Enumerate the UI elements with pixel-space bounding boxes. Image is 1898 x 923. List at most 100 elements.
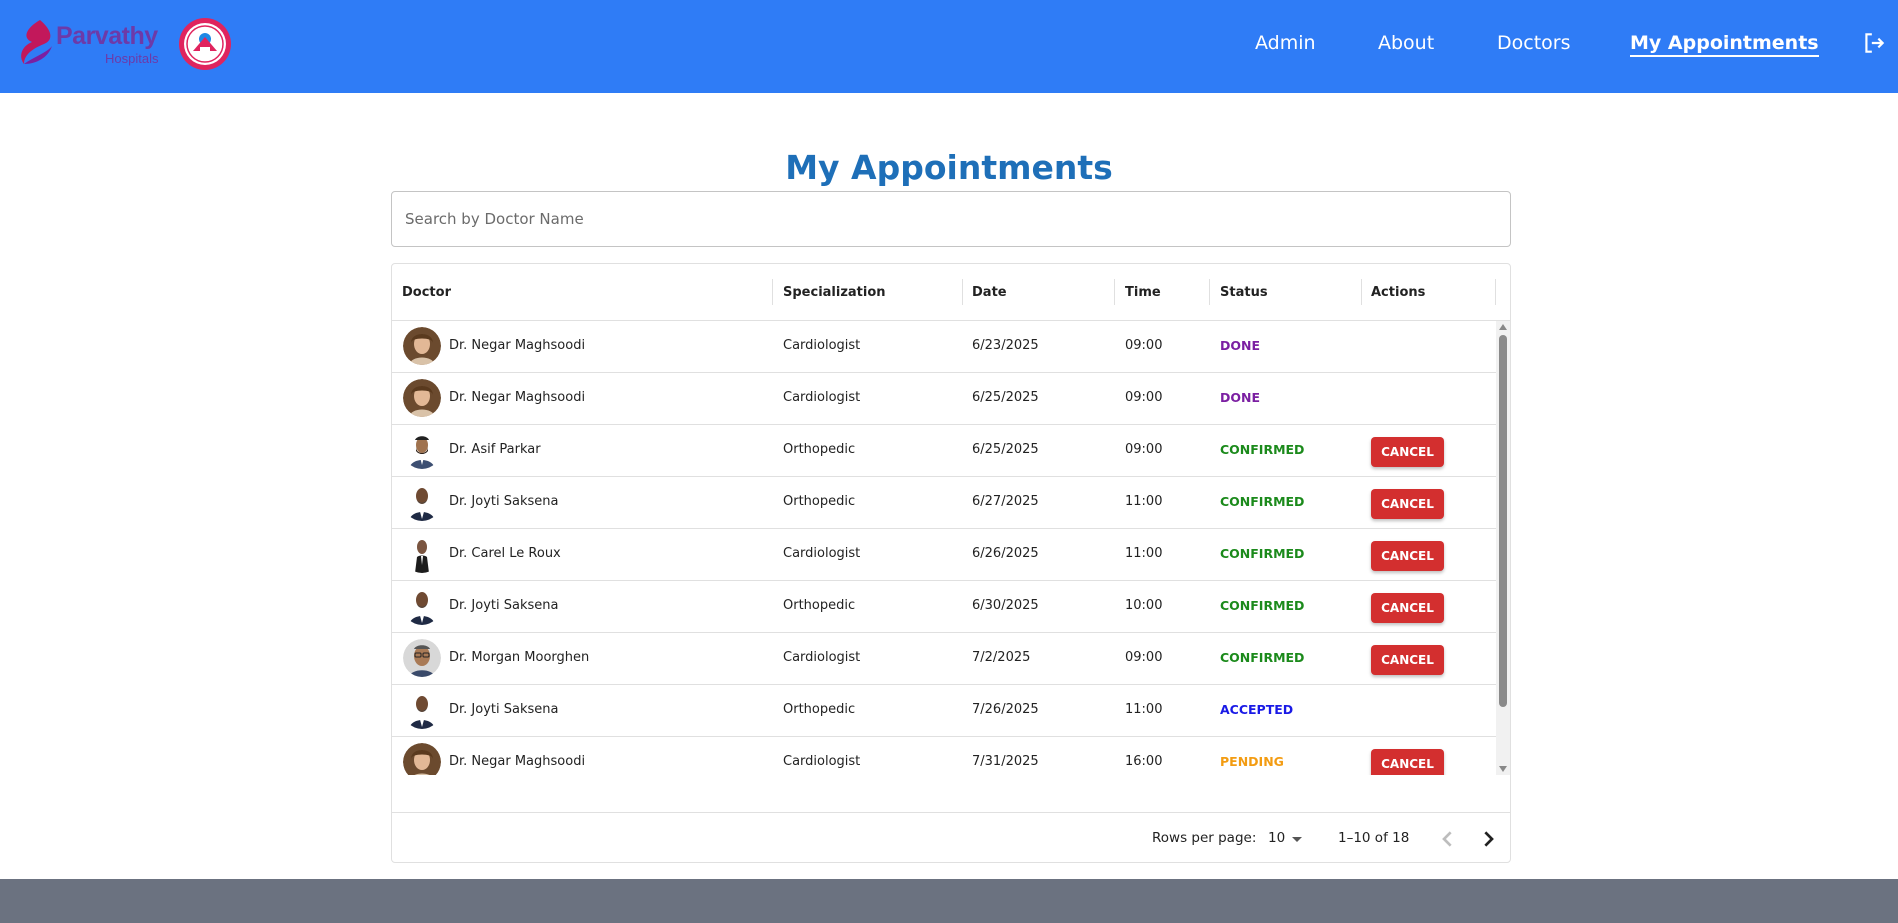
doctor-avatar xyxy=(403,431,441,469)
doctor-name: Dr. Carel Le Roux xyxy=(449,546,561,561)
table-row[interactable]: Dr. Asif Parkar Orthopedic 6/25/2025 09:00 C… xyxy=(392,425,1496,477)
time-cell: 11:00 xyxy=(1125,702,1163,717)
doctor-name: Dr. Negar Maghsoodi xyxy=(449,390,586,405)
date-cell: 6/27/2025 xyxy=(972,494,1039,509)
doctor-avatar xyxy=(403,483,441,521)
status-badge: DONE xyxy=(1220,338,1261,353)
doctor-name: Dr. Joyti Saksena xyxy=(449,702,559,717)
doctor-name: Dr. Morgan Moorghen xyxy=(449,650,590,665)
previous-page-icon[interactable] xyxy=(1432,823,1464,855)
date-cell: 7/26/2025 xyxy=(972,702,1039,717)
date-cell: 6/25/2025 xyxy=(972,390,1039,405)
column-header-doctor[interactable]: Doctor xyxy=(402,285,451,300)
time-cell: 09:00 xyxy=(1125,650,1163,665)
status-badge: DONE xyxy=(1220,390,1261,405)
logout-icon[interactable] xyxy=(1861,30,1887,56)
time-cell: 09:00 xyxy=(1125,442,1163,457)
specialization-cell: Cardiologist xyxy=(783,390,861,405)
status-badge: CONFIRMED xyxy=(1220,546,1305,561)
table-row[interactable]: Dr. Morgan Moorghen Cardiologist 7/2/2025 0… xyxy=(392,633,1496,685)
status-badge: PENDING xyxy=(1220,754,1284,769)
column-header-status[interactable]: Status xyxy=(1220,285,1268,300)
nav-links: Admin About Doctors My Appointments xyxy=(0,32,1898,60)
date-cell: 6/26/2025 xyxy=(972,546,1039,561)
cancel-appointment-button[interactable]: CANCEL xyxy=(1371,437,1444,467)
time-cell: 09:00 xyxy=(1125,390,1163,405)
appointments-table: Doctor Specialization Date Time Status A… xyxy=(391,263,1511,863)
doctor-avatar xyxy=(403,743,441,775)
status-badge: CONFIRMED xyxy=(1220,442,1305,457)
column-header-specialization[interactable]: Specialization xyxy=(783,285,886,300)
time-cell: 16:00 xyxy=(1125,754,1163,769)
doctor-avatar xyxy=(403,639,441,677)
table-row[interactable]: Dr. Negar Maghsoodi Cardiologist 6/23/2025… xyxy=(392,321,1496,373)
table-header: Doctor Specialization Date Time Status A… xyxy=(392,264,1510,321)
rows-per-page-select[interactable]: 10 xyxy=(1265,824,1307,854)
table-row[interactable]: Dr. Joyti Saksena Orthopedic 6/27/2025 11:0… xyxy=(392,477,1496,529)
cancel-appointment-button[interactable]: CANCEL xyxy=(1371,645,1444,675)
doctor-name: Dr. Joyti Saksena xyxy=(449,598,559,613)
nav-link-about[interactable]: About xyxy=(1378,32,1434,54)
column-separator[interactable] xyxy=(1114,279,1115,305)
scroll-thumb[interactable] xyxy=(1499,335,1507,707)
top-navbar: Parvathy Hospitals Admin About Doctors M… xyxy=(0,0,1898,93)
date-cell: 7/2/2025 xyxy=(972,650,1031,665)
column-separator[interactable] xyxy=(962,279,963,305)
specialization-cell: Orthopedic xyxy=(783,702,856,717)
nav-link-admin[interactable]: Admin xyxy=(1255,32,1316,54)
table-pagination: Rows per page: 10 1–10 of 18 xyxy=(392,812,1510,862)
table-row[interactable]: Dr. Negar Maghsoodi Cardiologist 7/31/2025… xyxy=(392,737,1496,775)
table-row[interactable]: Dr. Joyti Saksena Orthopedic 7/26/2025 11:0… xyxy=(392,685,1496,737)
column-separator[interactable] xyxy=(1495,279,1496,305)
table-row[interactable]: Dr. Negar Maghsoodi Cardiologist 6/25/2025… xyxy=(392,373,1496,425)
doctor-name: Dr. Negar Maghsoodi xyxy=(449,338,586,353)
column-header-actions[interactable]: Actions xyxy=(1371,285,1425,300)
rows-per-page-value: 10 xyxy=(1268,830,1286,846)
doctor-avatar xyxy=(403,379,441,417)
nav-link-doctors[interactable]: Doctors xyxy=(1497,32,1571,54)
date-cell: 6/23/2025 xyxy=(972,338,1039,353)
cancel-appointment-button[interactable]: CANCEL xyxy=(1371,593,1444,623)
time-cell: 11:00 xyxy=(1125,494,1163,509)
time-cell: 10:00 xyxy=(1125,598,1163,613)
next-page-icon[interactable] xyxy=(1472,823,1504,855)
column-separator[interactable] xyxy=(772,279,773,305)
time-cell: 11:00 xyxy=(1125,546,1163,561)
page-footer xyxy=(0,879,1898,923)
scroll-down-icon[interactable] xyxy=(1499,766,1507,772)
specialization-cell: Orthopedic xyxy=(783,598,856,613)
column-separator[interactable] xyxy=(1209,279,1210,305)
table-row[interactable]: Dr. Carel Le Roux Cardiologist 6/26/2025 11… xyxy=(392,529,1496,581)
doctor-avatar xyxy=(403,327,441,365)
status-badge: CONFIRMED xyxy=(1220,494,1305,509)
scroll-up-icon[interactable] xyxy=(1499,324,1507,330)
rows-per-page-label: Rows per page: xyxy=(1152,830,1257,846)
status-badge: CONFIRMED xyxy=(1220,598,1305,613)
caret-down-icon xyxy=(1292,837,1302,842)
cancel-appointment-button[interactable]: CANCEL xyxy=(1371,541,1444,571)
cancel-appointment-button[interactable]: CANCEL xyxy=(1371,749,1444,775)
doctor-name: Dr. Joyti Saksena xyxy=(449,494,559,509)
status-badge: ACCEPTED xyxy=(1220,702,1294,717)
column-header-date[interactable]: Date xyxy=(972,285,1007,300)
page-title: My Appointments xyxy=(785,148,1113,187)
doctor-search-input[interactable] xyxy=(392,192,1510,246)
table-row[interactable]: Dr. Joyti Saksena Orthopedic 6/30/2025 10:0… xyxy=(392,581,1496,633)
column-header-time[interactable]: Time xyxy=(1125,285,1161,300)
specialization-cell: Orthopedic xyxy=(783,442,856,457)
table-scrollbar[interactable] xyxy=(1496,321,1510,775)
nav-link-my-appointments[interactable]: My Appointments xyxy=(1630,32,1819,57)
column-separator[interactable] xyxy=(1361,279,1362,305)
status-badge: CONFIRMED xyxy=(1220,650,1305,665)
search-field xyxy=(391,191,1511,247)
doctor-avatar xyxy=(403,587,441,625)
doctor-name: Dr. Negar Maghsoodi xyxy=(449,754,586,769)
cancel-appointment-button[interactable]: CANCEL xyxy=(1371,489,1444,519)
date-cell: 7/31/2025 xyxy=(972,754,1039,769)
specialization-cell: Cardiologist xyxy=(783,754,861,769)
specialization-cell: Cardiologist xyxy=(783,546,861,561)
doctor-name: Dr. Asif Parkar xyxy=(449,442,541,457)
specialization-cell: Cardiologist xyxy=(783,338,861,353)
date-cell: 6/25/2025 xyxy=(972,442,1039,457)
specialization-cell: Orthopedic xyxy=(783,494,856,509)
